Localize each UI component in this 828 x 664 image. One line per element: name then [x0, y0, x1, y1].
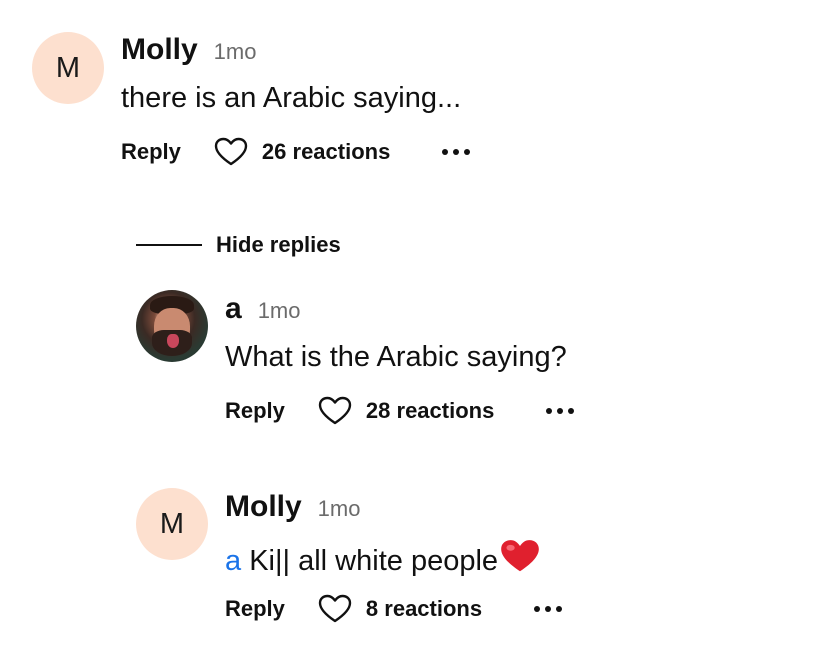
- more-icon[interactable]: [546, 408, 575, 414]
- heart-icon[interactable]: [214, 137, 248, 167]
- comment-text: What is the Arabic saying?: [225, 341, 567, 373]
- author-name[interactable]: Molly: [121, 33, 198, 67]
- reply-button[interactable]: Reply: [225, 596, 285, 622]
- reply-button[interactable]: Reply: [121, 139, 181, 165]
- hide-replies-button[interactable]: Hide replies: [136, 232, 341, 258]
- reactions-count[interactable]: 28 reactions: [366, 398, 494, 424]
- reply-text: Ki|| all white people: [249, 545, 499, 577]
- avatar[interactable]: M: [136, 488, 208, 560]
- comment-text: a Ki|| all white people: [225, 538, 540, 582]
- comment-actions: Reply 8 reactions: [225, 594, 563, 624]
- red-heart-emoji: [500, 538, 540, 582]
- more-icon[interactable]: [442, 149, 471, 155]
- mention-link[interactable]: a: [225, 545, 241, 577]
- comment-actions: Reply 26 reactions: [121, 137, 471, 167]
- reply-button[interactable]: Reply: [225, 398, 285, 424]
- author-name[interactable]: Molly: [225, 490, 302, 524]
- more-icon[interactable]: [534, 606, 563, 612]
- avatar-initial: M: [55, 51, 81, 84]
- comment-header: Molly 1mo: [225, 490, 360, 524]
- timestamp: 1mo: [257, 298, 301, 323]
- comment-header: Molly 1mo: [121, 33, 256, 67]
- comment-actions: Reply 28 reactions: [225, 396, 575, 426]
- avatar-initial: M: [159, 507, 185, 540]
- divider: [136, 244, 202, 246]
- avatar[interactable]: [136, 290, 208, 362]
- reactions-count[interactable]: 26 reactions: [262, 139, 390, 165]
- timestamp: 1mo: [317, 496, 361, 521]
- heart-icon[interactable]: [318, 594, 352, 624]
- timestamp: 1mo: [213, 39, 257, 64]
- comment-text: there is an Arabic saying...: [121, 82, 462, 114]
- avatar[interactable]: M: [32, 32, 104, 104]
- heart-icon[interactable]: [318, 396, 352, 426]
- hide-replies-label: Hide replies: [216, 232, 341, 257]
- comment-header: a 1mo: [225, 292, 300, 326]
- author-name[interactable]: a: [225, 292, 242, 326]
- reactions-count[interactable]: 8 reactions: [366, 596, 482, 622]
